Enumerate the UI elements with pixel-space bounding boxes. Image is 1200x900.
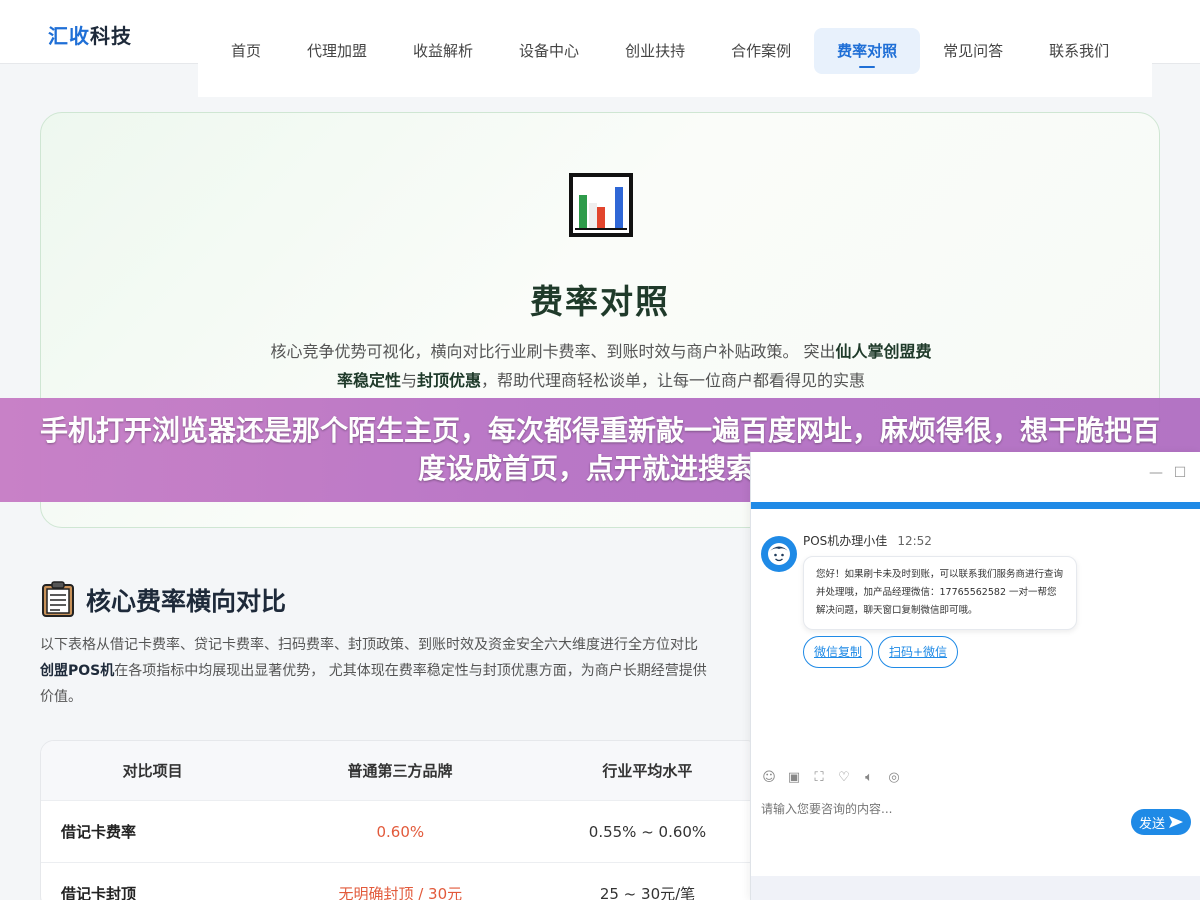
hero-title: 费率对照 [530,282,670,321]
send-button[interactable]: 发送 [1131,809,1191,835]
hero-desc-part3: ，帮助代理商轻松谈单，让每一位商户都看得见的实惠 [481,371,866,390]
logo-part2: 科技 [90,24,132,48]
nav-home[interactable]: 首页 [208,28,284,74]
chat-titlebar: — ☐ [751,452,1200,502]
table-cell: 0.55% ~ 0.60% [588,822,707,841]
nav-faq[interactable]: 常见问答 [920,28,1026,74]
section-desc-line2: 创盟POS机在各项指标中均展现出显著优势， 尤其体现在费率稳定性与封顶优惠方面，… [40,658,760,684]
rate-comparison-table: 对比项目 普通第三方品牌 行业平均水平 借记卡费率 0.60% 0.55% ~ … [40,740,760,900]
nav-support[interactable]: 创业扶持 [602,28,708,74]
hero-desc-bold2: 封顶优惠 [417,371,482,390]
message-time: 12:52 [897,534,932,548]
table-header-cell: 普通第三方品牌 [347,762,453,780]
main-nav: 首页 代理加盟 收益解析 设备中心 创业扶持 合作案例 费率对照 常见问答 联系… [208,28,1132,74]
table-cell: 25 ~ 30元/笔 [599,885,696,900]
table-header-cell: 行业平均水平 [602,762,693,780]
agent-message-bubble: 您好！如果刷卡未及时到账，可以联系我们服务商进行查询并处理哦，加产品经理微信：1… [803,556,1077,630]
evaluate-icon[interactable]: ♡ [836,770,852,786]
maximize-button[interactable]: ☐ [1171,464,1189,482]
agent-avatar [761,536,797,572]
copy-wechat-button[interactable]: 微信复制 [803,636,874,668]
nav-devices[interactable]: 设备中心 [496,28,602,74]
chat-input[interactable] [761,802,1061,816]
wechat-icon[interactable]: ◎ [886,770,902,786]
section-desc-bold: 创盟POS机 [40,663,115,679]
table-row: 借记卡封顶 无明确封顶 / 30元 25 ~ 30元/笔 [41,863,759,900]
table-cell: 0.60% [376,822,425,841]
chat-footer [751,876,1200,900]
table-header-row: 对比项目 普通第三方品牌 行业平均水平 [41,741,759,801]
table-cell-label: 借记卡费率 [61,823,137,841]
scan-wechat-button[interactable]: 扫码+微信 [878,636,959,668]
minimize-button[interactable]: — [1147,464,1165,482]
agent-face-icon [768,543,790,565]
table-cell: 无明确封顶 / 30元 [338,885,463,900]
section-desc-line3: 价值。 [40,689,82,705]
nav-income[interactable]: 收益解析 [390,28,496,74]
send-label: 发送 [1138,816,1165,832]
agent-name-line: POS机办理小佳 12:52 [803,532,932,549]
image-icon[interactable]: ▣ [786,770,802,786]
table-cell-label: 借记卡封顶 [61,885,137,900]
send-arrow-icon [1169,816,1183,828]
bar-chart-icon [569,173,633,237]
logo-part1: 汇收 [48,24,90,48]
hero-description: 核心竞争优势可视化，横向对比行业刷卡费率、到账时效与商户补贴政策。 突出仙人掌创… [266,337,936,395]
section-desc-line1: 以下表格从借记卡费率、贷记卡费率、扫码费率、封顶政策、到账时效及资金安全六大维度… [40,637,698,653]
screenshot-icon[interactable]: ⛶ [811,770,827,786]
clipboard-icon [42,581,74,617]
agent-name: POS机办理小佳 [803,534,888,548]
hero-desc-part2: 与 [400,371,417,390]
section-description: 以下表格从借记卡费率、贷记卡费率、扫码费率、封顶政策、到账时效及资金安全六大维度… [40,632,760,712]
nav-container: 首页 代理加盟 收益解析 设备中心 创业扶持 合作案例 费率对照 常见问答 联系… [198,0,1152,97]
table-row: 借记卡费率 0.60% 0.55% ~ 0.60% [41,801,759,863]
section-title: 核心费率横向对比 [86,587,287,616]
chat-accent-bar [751,502,1200,509]
table-header-cell: 对比项目 [122,762,183,780]
chat-widget: — ☐ POS机办理小佳 12:52 您好！如果刷卡未及时到账，可以联系我们服务商… [750,452,1200,900]
nav-cases[interactable]: 合作案例 [708,28,814,74]
hero-desc-part1: 核心竞争优势可视化，横向对比行业刷卡费率、到账时效与商户补贴政策。 突出 [270,342,836,361]
nav-contact[interactable]: 联系我们 [1026,28,1132,74]
nav-rates[interactable]: 费率对照 [814,28,921,74]
chat-toolbar: ☺ ▣ ⛶ ♡ 🔈︎ ◎ [761,770,902,786]
site-logo[interactable]: 汇收科技 [48,20,132,49]
section-desc-line2-text: 在各项指标中均展现出显著优势， 尤其体现在费率稳定性与封顶优惠方面，为商户长期经… [114,663,707,679]
nav-agent-join[interactable]: 代理加盟 [284,28,390,74]
emoji-icon[interactable]: ☺ [761,770,777,786]
voice-icon[interactable]: 🔈︎ [861,770,877,786]
